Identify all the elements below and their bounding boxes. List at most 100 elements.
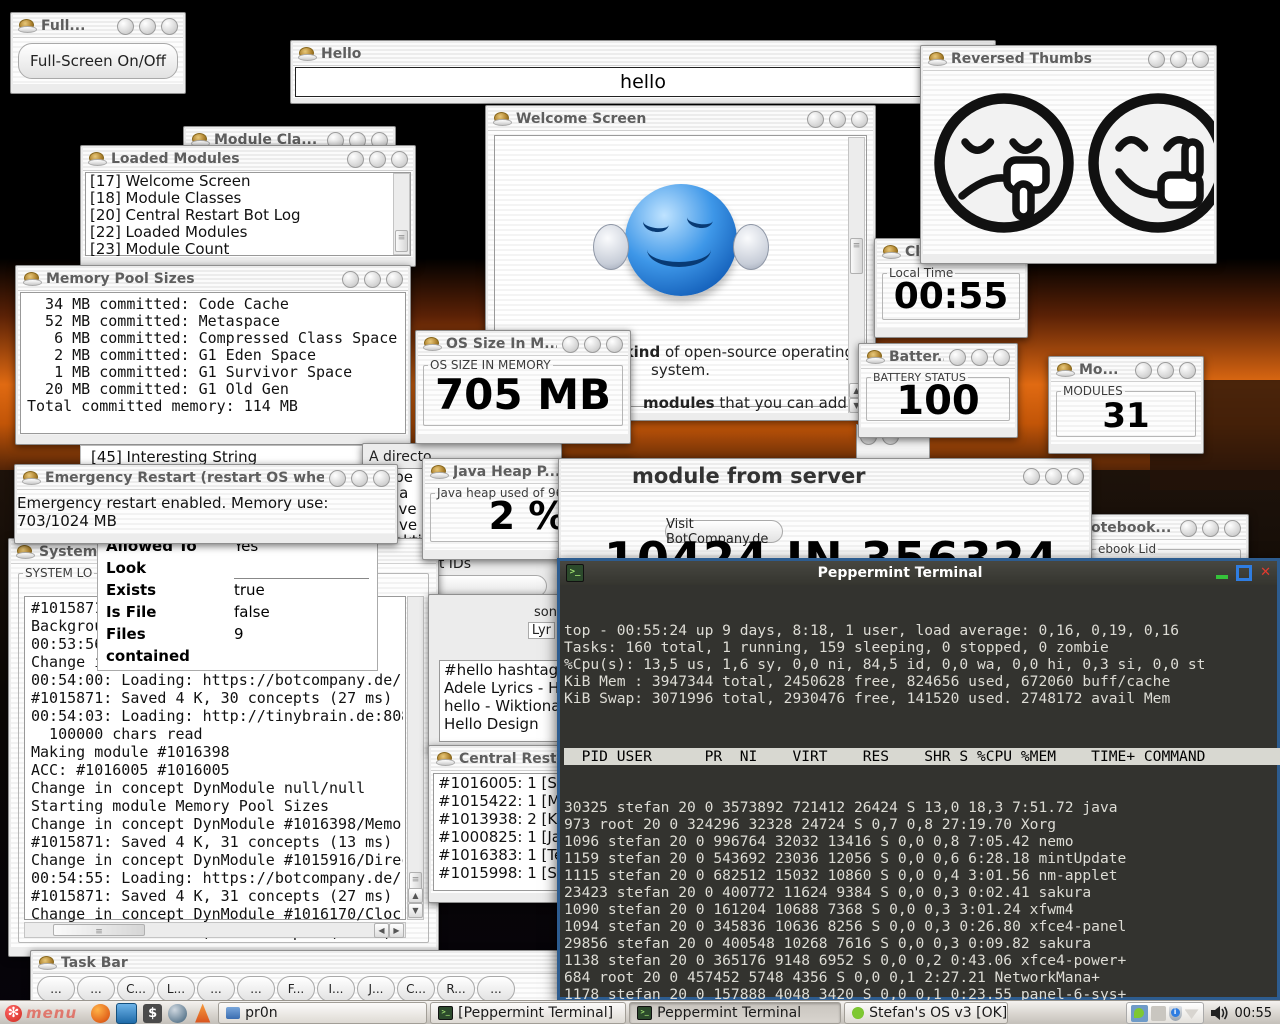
titlebar[interactable]: Central Rest [431, 748, 561, 771]
window-circle-button[interactable] [562, 336, 579, 353]
task-bar-window-button[interactable]: L... [157, 976, 195, 1002]
window-circle-button[interactable] [1180, 520, 1197, 537]
menu-icon[interactable]: ✻ [5, 1005, 22, 1022]
window-circle-button[interactable] [993, 349, 1010, 366]
task-bar-window-button[interactable]: ... [477, 976, 515, 1002]
terminal-launcher-icon[interactable]: $ [143, 1004, 162, 1023]
window-circle-button[interactable] [1023, 468, 1040, 485]
window-circle-button[interactable] [364, 271, 381, 288]
titlebar[interactable]: Loaded Modules [83, 148, 413, 171]
system-tray[interactable]: i [1126, 1002, 1204, 1024]
tray-shield-icon[interactable]: i [1169, 1006, 1182, 1021]
window-circle-button[interactable] [829, 111, 846, 128]
window-circle-button[interactable] [1157, 362, 1174, 379]
task-bar-window-button[interactable]: ... [237, 976, 275, 1002]
search-result-item[interactable]: Hello Design [440, 715, 562, 733]
close-button[interactable]: ✕ [1260, 565, 1271, 581]
titlebar[interactable]: otebook... [1086, 517, 1246, 540]
loaded-module-item[interactable]: [23] Module Count [86, 241, 410, 257]
central-restart-item[interactable]: #1016005: 1 [Ste [434, 774, 560, 792]
window-circle-button[interactable] [342, 271, 359, 288]
window-circle-button[interactable] [329, 470, 346, 487]
task-bar-window-button[interactable]: ... [77, 976, 115, 1002]
task-button-pr0n[interactable]: pr0n [218, 1002, 427, 1024]
task-bar-window-button[interactable]: C... [117, 976, 155, 1002]
terminal-titlebar[interactable]: >_ Peppermint Terminal ✕ [560, 561, 1277, 585]
window-circle-button[interactable] [347, 151, 364, 168]
window-circle-button[interactable] [971, 349, 988, 366]
window-circle-button[interactable] [369, 151, 386, 168]
window-circle-button[interactable] [373, 470, 390, 487]
central-restart-item[interactable]: #1015422: 1 [Mov [434, 792, 560, 810]
window-circle-button[interactable] [807, 111, 824, 128]
titlebar[interactable]: Memory Pool Sizes [18, 268, 408, 291]
window-circle-button[interactable] [851, 111, 868, 128]
minimize-button[interactable] [1216, 575, 1228, 579]
titlebar[interactable]: Mo... [1051, 359, 1201, 382]
titlebar[interactable]: Emergency Restart (restart OS whe... [17, 467, 395, 490]
scrollbar-vertical[interactable] [393, 173, 410, 255]
window-circle-button[interactable] [386, 271, 403, 288]
task-button-terminal-active[interactable]: >_ Peppermint Terminal [629, 1002, 841, 1024]
task-bar-window-button[interactable]: F... [277, 976, 315, 1002]
tray-network-icon[interactable] [1131, 1005, 1148, 1022]
loaded-module-item[interactable]: [17] Welcome Screen [86, 173, 410, 190]
scrollbar-horizontal[interactable]: ◀▶ [24, 922, 406, 938]
central-restart-item[interactable]: #1015998: 1 [Ste [434, 864, 560, 882]
tray-app-icon[interactable] [1151, 1006, 1166, 1021]
browser-launcher-icon[interactable] [91, 1004, 110, 1023]
web-launcher-icon[interactable] [168, 1004, 187, 1023]
terminal-content[interactable]: top - 00:55:24 up 9 days, 8:18, 1 user, … [560, 585, 1277, 1024]
file-manager-launcher-icon[interactable] [116, 1003, 137, 1024]
central-restart-item[interactable]: #1000825: 1 [Jav [434, 828, 560, 846]
volume-icon[interactable] [1210, 1005, 1229, 1021]
task-bar-window-button[interactable]: R... [437, 976, 475, 1002]
window-circle-button[interactable] [139, 18, 156, 35]
titlebar[interactable]: Welcome Screen [488, 108, 873, 131]
task-bar-window-button[interactable]: ... [197, 976, 235, 1002]
window-circle-button[interactable] [1179, 362, 1196, 379]
window-circle-button[interactable] [1192, 51, 1209, 68]
window-circle-button[interactable] [606, 336, 623, 353]
taskbar-clock[interactable]: 00:55 [1235, 1006, 1272, 1021]
window-circle-button[interactable] [1148, 51, 1165, 68]
menu-label[interactable]: menu [26, 1004, 77, 1022]
window-circle-button[interactable] [949, 349, 966, 366]
maximize-button[interactable] [1236, 565, 1252, 581]
titlebar[interactable]: module from server [561, 461, 1089, 492]
titlebar[interactable]: OS Size In M... [418, 333, 628, 356]
scrollbar-vertical[interactable]: ▲▼ [407, 596, 424, 920]
scrollbar-thumb[interactable] [53, 924, 145, 936]
window-circle-button[interactable] [117, 18, 134, 35]
titlebar[interactable]: Hello [293, 43, 993, 66]
tray-wifi-icon[interactable] [1185, 1007, 1199, 1019]
loaded-module-item[interactable]: [22] Loaded Modules [86, 224, 410, 241]
window-circle-button[interactable] [1045, 468, 1062, 485]
loaded-module-item[interactable]: [20] Central Restart Bot Log [86, 207, 410, 224]
window-circle-button[interactable] [1170, 51, 1187, 68]
task-bar-window-button[interactable]: I... [317, 976, 355, 1002]
window-circle-button[interactable] [1202, 520, 1219, 537]
window-circle-button[interactable] [1224, 520, 1241, 537]
titlebar[interactable]: Batter... [861, 346, 1015, 369]
scrollbar-thumb[interactable] [850, 238, 863, 274]
titlebar[interactable]: Full... [13, 15, 183, 38]
window-circle-button[interactable] [161, 18, 178, 35]
titlebar[interactable]: Task Bar [33, 953, 560, 974]
search-result-item[interactable]: Adele Lyrics - He [440, 679, 562, 697]
loaded-module-item[interactable]: [18] Module Classes [86, 190, 410, 207]
window-circle-button[interactable] [351, 470, 368, 487]
window-circle-button[interactable] [584, 336, 601, 353]
central-restart-item[interactable]: #1016383: 1 [Tes [434, 846, 560, 864]
task-button-terminal-minimized[interactable]: >_ [Peppermint Terminal] [430, 1002, 626, 1024]
central-restart-item[interactable]: #1013938: 2 [Kat [434, 810, 560, 828]
task-bar-window-button[interactable]: J... [357, 976, 395, 1002]
window-circle-button[interactable] [391, 151, 408, 168]
task-bar-window-button[interactable]: C... [397, 976, 435, 1002]
search-result-item[interactable]: hello - Wiktionar [440, 697, 562, 715]
titlebar[interactable]: Reversed Thumbs [923, 48, 1214, 71]
task-button-stefans-os[interactable]: Stefan's OS v3 [OK] [844, 1002, 1008, 1024]
search-result-item[interactable]: #hello hashtag [440, 661, 562, 679]
window-circle-button[interactable] [1135, 362, 1152, 379]
full-screen-toggle-button[interactable]: Full-Screen On/Off [18, 43, 178, 79]
